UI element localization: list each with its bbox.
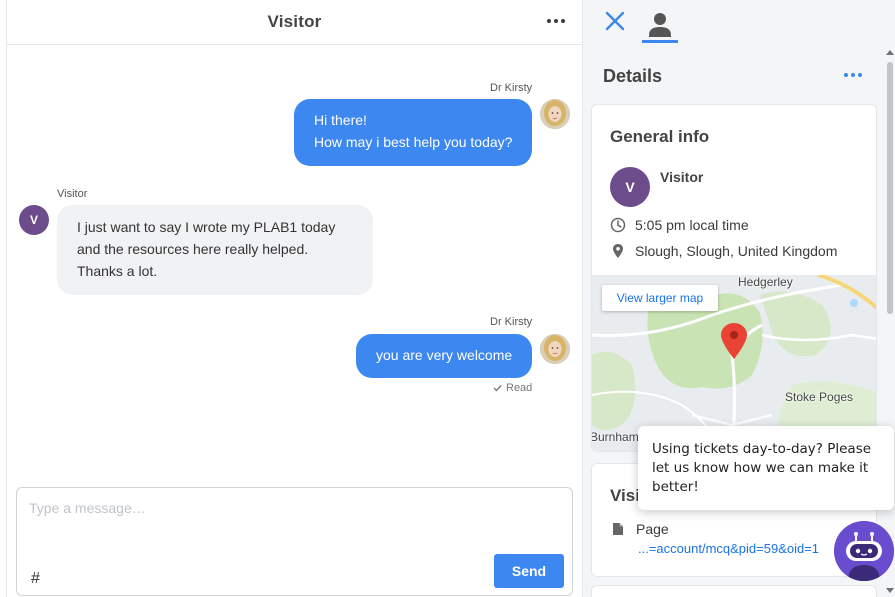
message-sender: Dr Kirsty [490,316,533,328]
message-sender: Visitor [57,188,88,200]
read-status-text: Read [506,382,533,394]
visitor-avatar: V [19,205,49,235]
active-tab-indicator [642,40,678,43]
message-line: I just want to say I wrote my PLAB1 toda… [77,219,336,235]
more-options-icon[interactable] [545,12,567,30]
scroll-up-icon[interactable] [886,50,894,55]
send-button[interactable]: Send [494,554,564,588]
page-url-link[interactable]: ...=account/mcq&pid=59&oid=1 [638,541,819,556]
message-line: Thanks a lot. [77,263,158,279]
message-sender: Dr Kirsty [490,82,533,94]
read-receipt: Read [493,382,532,394]
chat-header: Visitor [7,0,582,45]
details-tabs [583,0,895,45]
close-icon[interactable] [603,9,627,33]
visitor-avatar: V [610,167,650,207]
map-label: Hedgerley [738,275,793,289]
feedback-popup-text: Using tickets day-to-day? Please let us … [652,441,872,495]
page-icon [613,523,623,535]
location-pin-icon [613,244,623,258]
panel-divider [6,0,7,597]
clock-icon [610,217,626,233]
map-label: Burnham [592,430,639,444]
page-label: Page [636,521,669,537]
map-label: Stoke Poges [785,390,854,404]
robot-icon [834,521,894,581]
details-title: Details [603,66,663,86]
agent-avatar [540,334,570,364]
feedback-popup[interactable]: Using tickets day-to-day? Please let us … [638,426,894,510]
message-line: How may i best help you today? [314,134,513,150]
local-time-row: 5:05 pm local time [610,217,749,233]
next-card [591,585,877,597]
location-text: Slough, Slough, United Kingdom [635,243,838,259]
message-line: Hi there! [314,112,367,128]
message-bubble-agent: you are very welcome [356,334,532,378]
person-icon[interactable] [642,8,678,44]
hashtag-button[interactable]: # [31,570,40,588]
visitor-name: Visitor [660,169,704,185]
general-info-card: General info V Visitor 5:05 pm local tim… [591,104,877,452]
chat-title: Visitor [267,12,322,31]
general-info-title: General info [610,127,710,146]
view-larger-map-button[interactable]: View larger map [602,285,718,311]
details-scrollbar[interactable] [885,46,895,597]
message-bubble-agent: Hi there! How may i best help you today? [294,99,532,166]
chatbot-launcher[interactable] [834,521,894,581]
chat-panel: Visitor Dr Kirsty Hi there! How may i be… [0,0,583,597]
message-line: you are very welcome [376,347,513,363]
message-line: and the resources here really helped. [77,241,309,257]
message-input[interactable] [29,500,549,516]
message-composer: # Send [16,487,573,596]
location-row: Slough, Slough, United Kingdom [610,243,837,259]
scroll-thumb[interactable] [887,62,893,314]
check-icon [493,385,502,392]
agent-avatar [540,99,570,129]
local-time: 5:05 pm local time [635,217,749,233]
scroll-down-icon[interactable] [886,588,894,593]
message-bubble-visitor: I just want to say I wrote my PLAB1 toda… [57,205,373,295]
more-options-icon[interactable] [841,66,865,84]
